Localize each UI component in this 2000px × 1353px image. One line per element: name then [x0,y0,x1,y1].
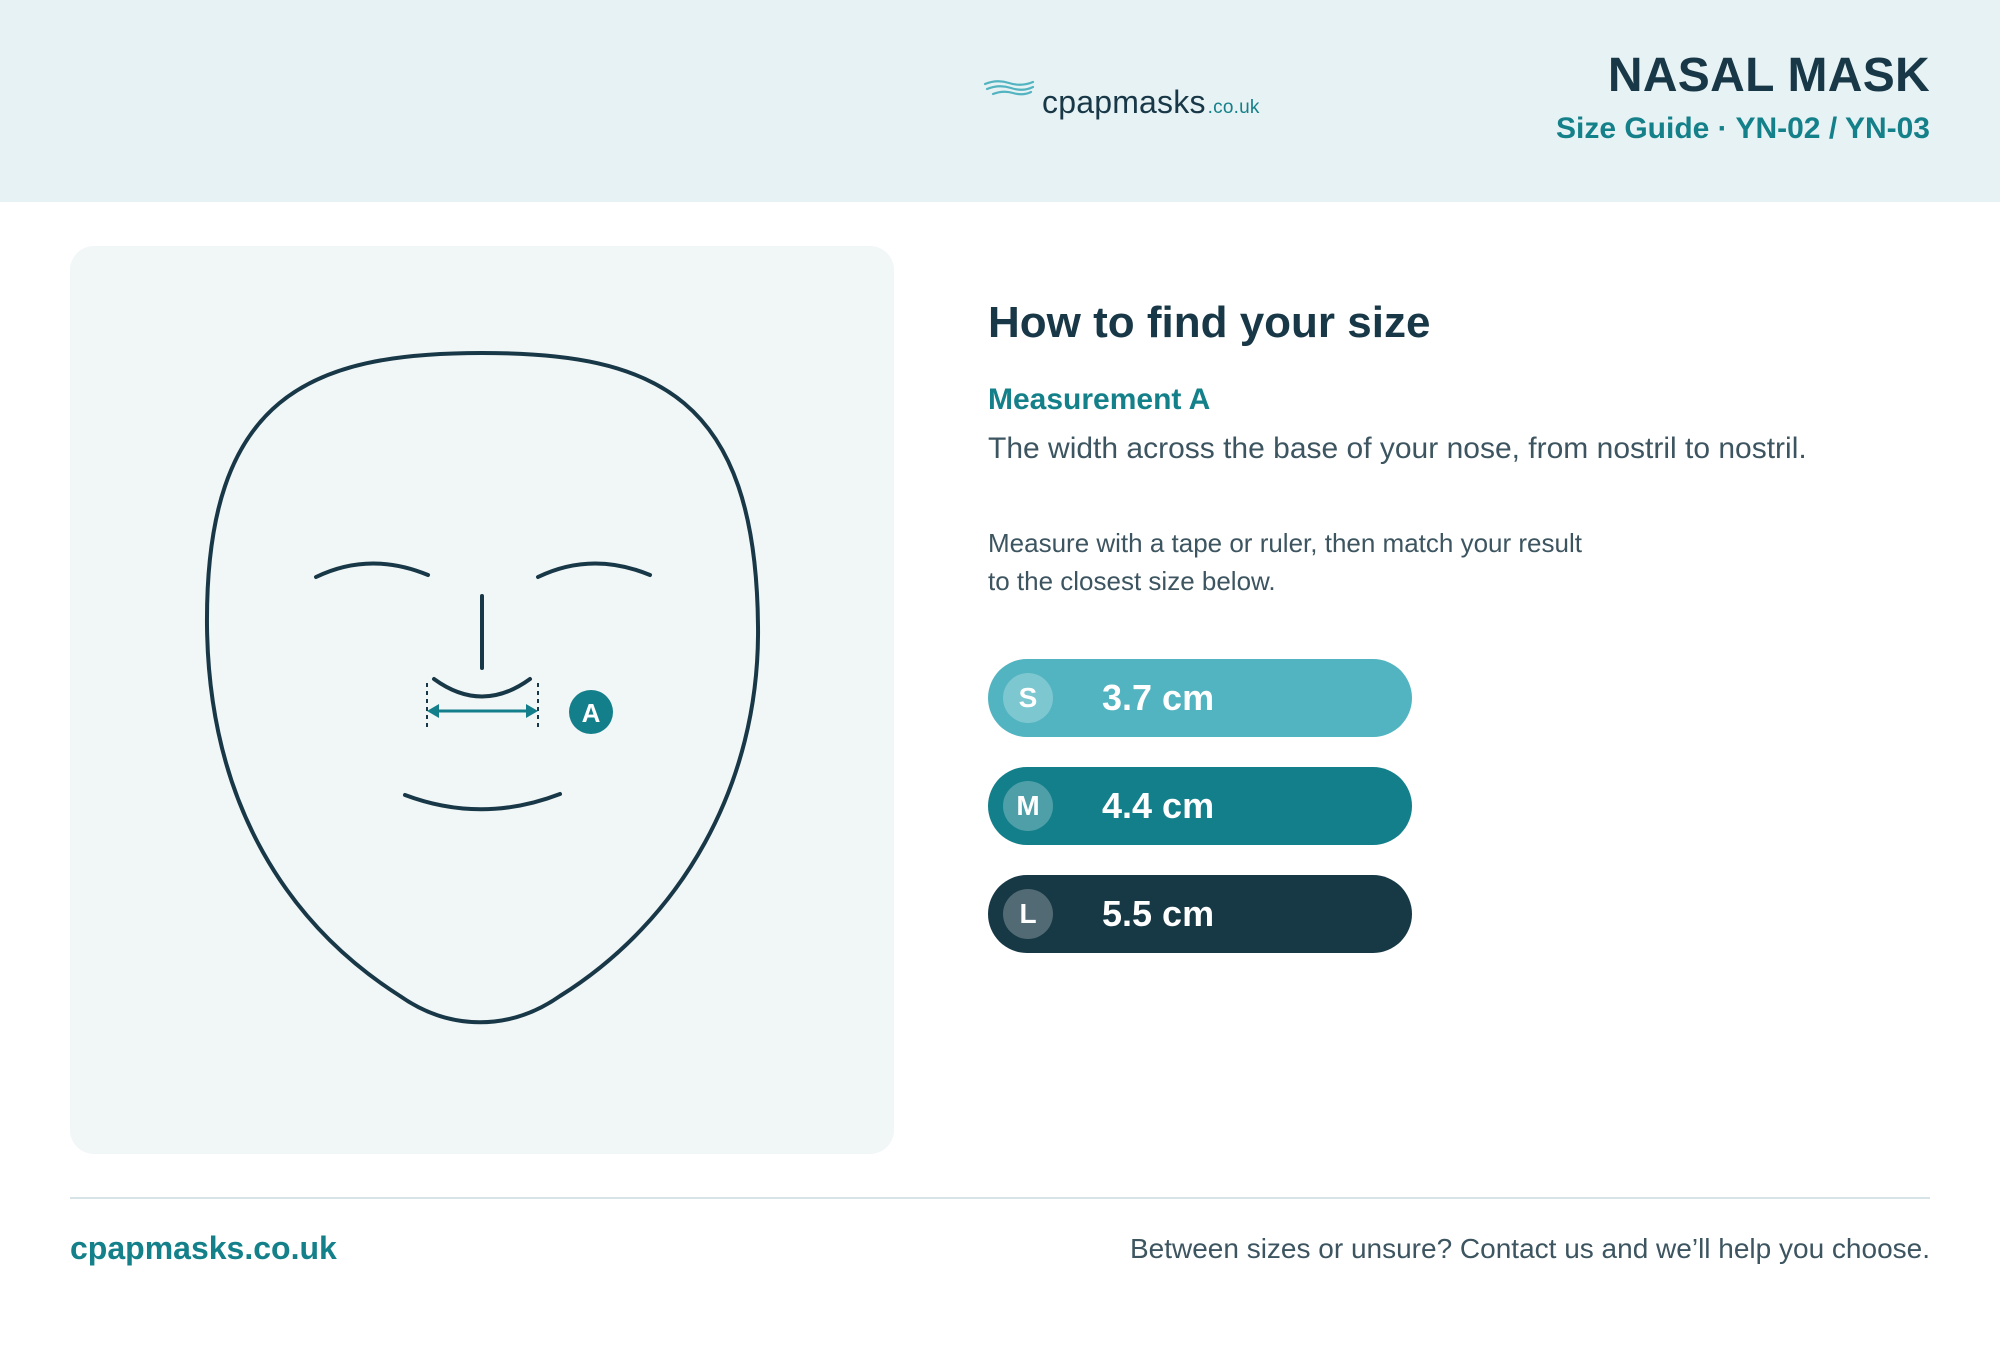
mouth [403,792,562,812]
logo-suffix: .co.uk [1207,97,1260,118]
footer-note: Between sizes or unsure? Contact us and … [1129,1233,1930,1264]
measurement-marker-label: A [582,698,601,728]
measure-arrow-left-head [427,704,439,718]
instructions-line-1: Measure with a tape or ruler, then match… [988,528,1582,558]
measurement-label: Measurement A [988,383,1211,416]
logo-name: cpapmasks [1042,84,1206,120]
footer-divider [70,1197,1930,1199]
document-title: NASAL MASK [1607,49,1930,102]
size-badge-s: S [1003,673,1053,723]
left-eyebrow [314,561,430,579]
logo[interactable]: cpapmasks .co.uk [983,78,1260,128]
guide-title: How to find your size [988,298,1431,347]
footer-brand-link[interactable]: cpapmasks.co.uk [70,1230,337,1267]
measurement-description: The width across the base of your nose, … [988,432,1807,465]
size-value-m: 4.4 cm [1102,785,1215,826]
size-value-l: 5.5 cm [1102,893,1215,934]
size-value-s: 3.7 cm [1102,677,1215,718]
instructions: Measure with a tape or ruler, then match… [988,524,1748,600]
face-outline [204,350,761,1025]
size-badge-l: L [1003,889,1053,939]
document-subtitle: Size Guide · YN-02 / YN-03 [1555,112,1930,145]
size-badge-m: M [1003,781,1053,831]
logo-text: cpapmasks .co.uk [1042,82,1260,128]
nose-base [432,677,532,699]
size-option-s[interactable]: S 3.7 cm [988,659,1412,737]
measure-arrow-right-head [526,704,538,718]
header: cpapmasks .co.uk NASAL MASK Size Guide · … [0,0,2000,202]
size-option-l[interactable]: L 5.5 cm [988,875,1412,953]
size-option-m[interactable]: M 4.4 cm [988,767,1412,845]
right-eyebrow [536,561,652,579]
face-illustration-panel: A [70,246,894,1154]
instructions-line-2: to the closest size below. [988,566,1276,596]
waves-icon [983,80,1035,96]
face-illustration: A [204,350,761,1025]
